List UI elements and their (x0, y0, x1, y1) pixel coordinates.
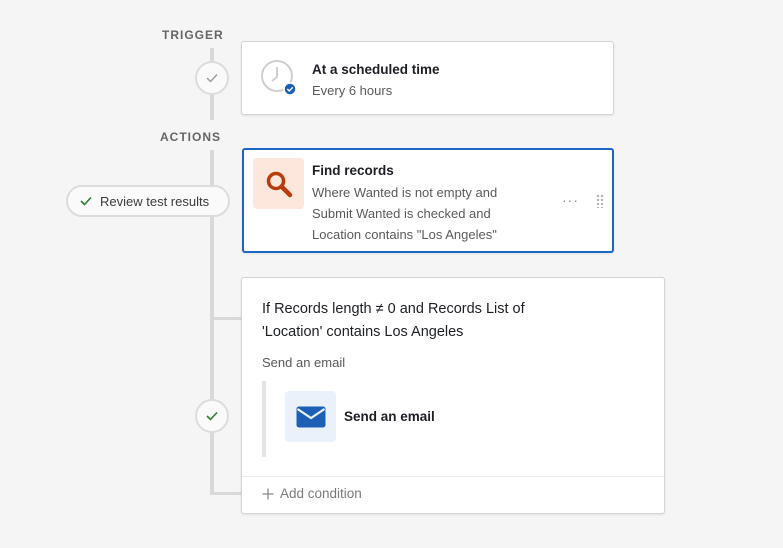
send-email-action[interactable]: Send an email (344, 409, 435, 424)
find-records-card[interactable]: Find records Where Wanted is not empty a… (242, 148, 614, 253)
condition-status-circle (195, 399, 229, 433)
more-options-button[interactable]: ··· (562, 192, 579, 208)
condition-card[interactable]: If Records length ≠ 0 and Records List o… (241, 277, 665, 514)
magnifier-icon (266, 171, 292, 197)
clock-icon (260, 59, 297, 96)
trigger-card[interactable]: At a scheduled time Every 6 hours (241, 41, 614, 115)
branch-line-bottom (210, 492, 242, 495)
branch-line-condition (210, 317, 242, 320)
trigger-status-circle (195, 61, 229, 95)
check-icon (206, 411, 218, 421)
condition-title-line-1: If Records length ≠ 0 and Records List o… (262, 301, 525, 317)
trigger-title: At a scheduled time (312, 62, 440, 77)
condition-title-line-2: 'Location' contains Los Angeles (262, 324, 464, 340)
find-records-condition-1: Where Wanted is not empty and (312, 185, 498, 200)
add-condition-label: Add condition (280, 486, 362, 501)
plus-icon (262, 488, 274, 499)
review-test-results-button[interactable]: Review test results (66, 185, 230, 217)
condition-footer-divider (242, 476, 664, 477)
find-records-condition-3: Location contains "Los Angeles" (312, 227, 497, 242)
trigger-subtitle: Every 6 hours (312, 83, 393, 98)
drag-handle-icon[interactable] (596, 194, 604, 208)
find-records-title: Find records (312, 163, 394, 178)
nested-action-rail (262, 381, 266, 457)
find-records-icon-box (253, 158, 304, 209)
condition-group-label: Send an email (262, 355, 346, 370)
send-email-icon-box (285, 391, 336, 442)
trigger-section-label: TRIGGER (162, 28, 224, 42)
find-records-condition-2: Submit Wanted is checked and (312, 206, 491, 221)
envelope-icon (296, 406, 325, 427)
review-test-results-label: Review test results (100, 193, 210, 209)
add-condition-button[interactable]: Add condition (262, 486, 362, 501)
check-icon (80, 196, 92, 206)
check-icon (206, 74, 218, 83)
actions-section-label: ACTIONS (160, 130, 221, 144)
